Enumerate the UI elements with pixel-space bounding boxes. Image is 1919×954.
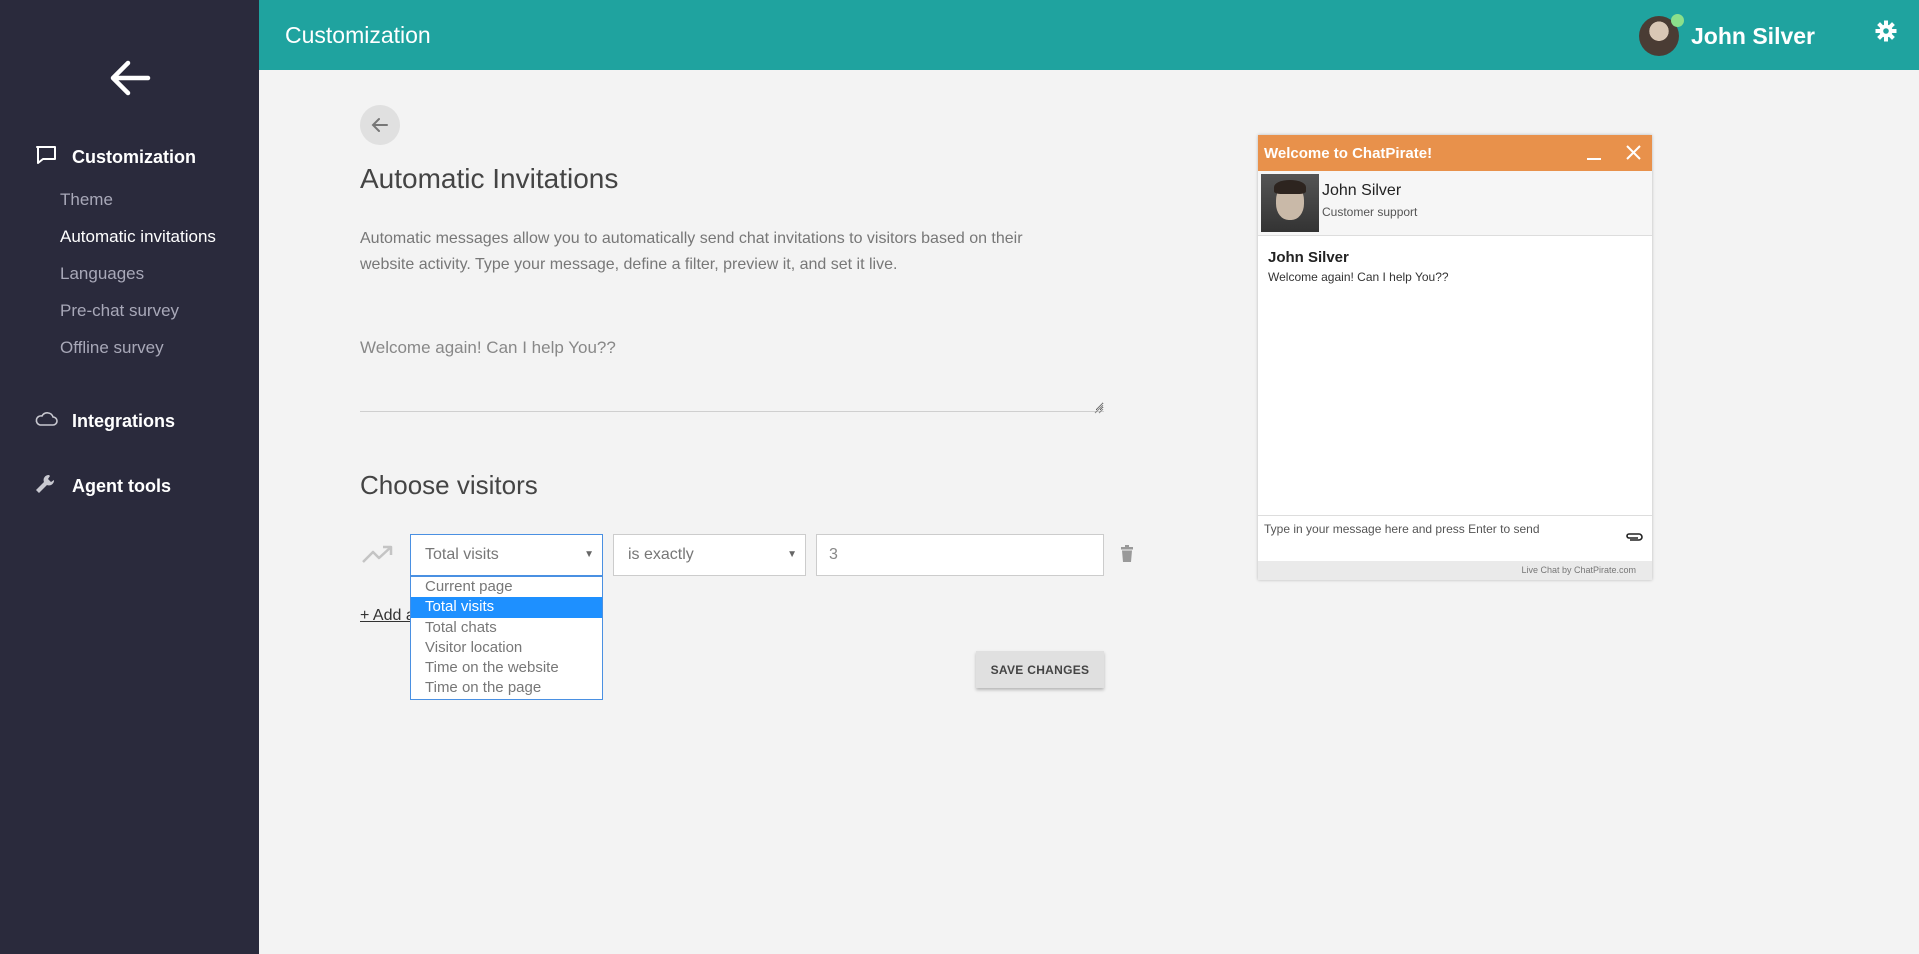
sidebar-item-pre-chat-survey[interactable]: Pre-chat survey [60,301,179,321]
sidebar-section-agent-tools[interactable]: Agent tools [34,473,171,500]
chat-input-placeholder: Type in your message here and press Ente… [1264,522,1540,536]
dropdown-option-visitor-location[interactable]: Visitor location [411,638,602,658]
close-icon[interactable] [1625,144,1642,166]
dropdown-option-total-chats[interactable]: Total chats [411,618,602,638]
chevron-down-icon: ▼ [584,549,594,560]
user-name: John Silver [1691,22,1815,49]
filter-field-dropdown: Current page Total visits Total chats Vi… [410,576,603,700]
choose-visitors-heading: Choose visitors [360,470,538,500]
agent-photo [1261,174,1319,232]
trending-up-icon [362,544,394,569]
paperclip-icon[interactable] [1624,530,1644,548]
sidebar-section-integrations[interactable]: Integrations [34,409,175,434]
sidebar-section-label: Customization [72,147,196,167]
avatar [1639,14,1685,56]
gear-icon[interactable] [1875,20,1897,47]
dropdown-option-total-visits[interactable]: Total visits [411,597,602,618]
chat-footer: Live Chat by ChatPirate.com [1258,561,1652,580]
sidebar-item-languages[interactable]: Languages [60,264,144,284]
dropdown-option-time-on-page[interactable]: Time on the page [411,678,602,698]
agent-name: John Silver [1322,182,1402,199]
filter-field-select[interactable]: Total visits ▼ [410,534,603,576]
arrow-left-icon [371,118,388,132]
top-bar: Customization John Silver [259,0,1919,70]
chat-agent-bar: John Silver Customer support [1258,171,1652,236]
add-filter-link[interactable]: + Add a [360,607,415,625]
sidebar-section-label: Agent tools [72,476,171,496]
resize-handle-icon[interactable] [1094,401,1104,419]
filter-operator-value: is exactly [628,546,694,563]
dropdown-option-current-page[interactable]: Current page [411,577,602,597]
sidebar: Customization Theme Automatic invitation… [0,0,259,954]
sidebar-section-customization[interactable]: Customization [34,144,196,171]
chat-bubble-icon [34,144,58,171]
filter-field-value: Total visits [425,546,499,563]
chat-footer-credit: Live Chat by ChatPirate.com [1521,565,1636,575]
sidebar-item-offline-survey[interactable]: Offline survey [60,338,164,358]
save-changes-button[interactable]: SAVE CHANGES [976,651,1104,688]
sidebar-section-label: Integrations [72,411,176,431]
filter-operator-select[interactable]: is exactly ▼ [613,534,806,576]
chat-header-title: Welcome to ChatPirate! [1264,145,1433,162]
online-status-dot [1671,14,1685,27]
page-description: Automatic messages allow you to automati… [360,230,1023,273]
page-title: Customization [285,22,431,48]
sidebar-item-automatic-invitations[interactable]: Automatic invitations [60,227,216,247]
sidebar-item-theme[interactable]: Theme [60,190,113,210]
back-arrow-icon[interactable] [108,58,152,98]
minimize-icon[interactable] [1586,145,1602,166]
chat-header: Welcome to ChatPirate! [1258,135,1652,171]
agent-role: Customer support [1322,205,1418,219]
chat-message-text: Welcome again! Can I help You?? [1268,270,1449,284]
page-heading: Automatic Invitations [360,163,619,194]
chat-message: John Silver Welcome again! Can I help Yo… [1268,249,1449,284]
dropdown-option-time-on-website[interactable]: Time on the website [411,658,602,678]
chat-message-input[interactable]: Type in your message here and press Ente… [1258,515,1652,561]
back-button[interactable] [360,105,400,145]
invitation-message-input[interactable]: Welcome again! Can I help You?? [360,326,1104,412]
chat-message-author: John Silver [1268,249,1349,266]
filter-value-input[interactable] [816,534,1104,576]
user-menu[interactable]: John Silver [1639,14,1815,56]
chat-widget-preview: Welcome to ChatPirate! John Silver Custo… [1258,135,1652,580]
wrench-icon [34,473,58,500]
cloud-icon [34,409,58,434]
chevron-down-icon: ▼ [787,549,797,560]
trash-icon[interactable] [1120,545,1134,568]
